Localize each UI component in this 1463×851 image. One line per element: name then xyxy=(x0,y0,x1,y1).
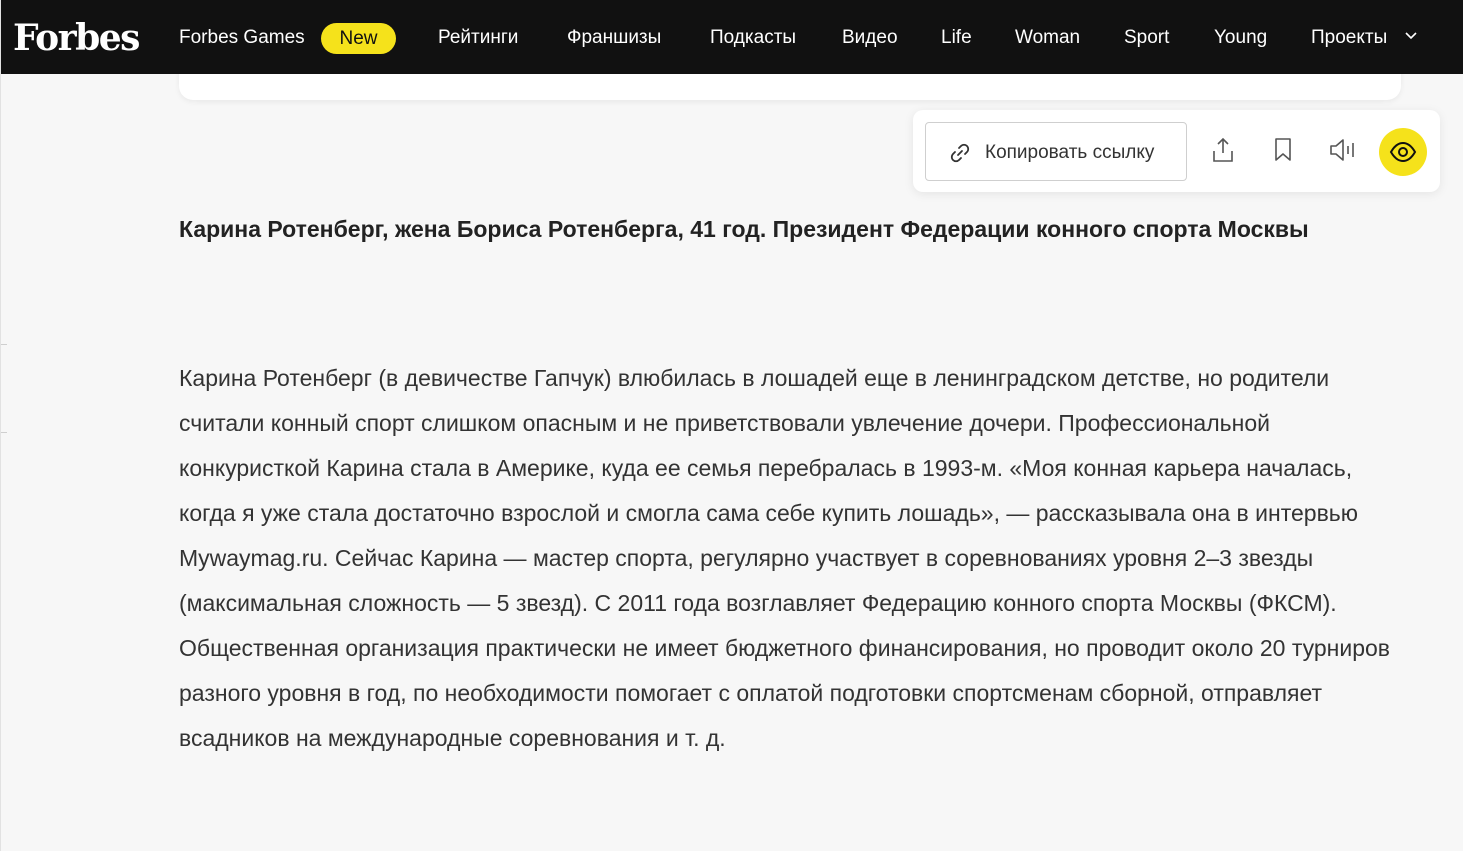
link-icon xyxy=(950,143,970,163)
nav-item-franchises[interactable]: Франшизы xyxy=(567,26,661,50)
nav-item-life[interactable]: Life xyxy=(941,26,972,50)
new-badge[interactable]: New xyxy=(321,23,396,54)
eye-icon xyxy=(1389,141,1417,163)
left-edge-mark xyxy=(1,344,7,345)
article-paragraph: Карина Ротенберг (в девичестве Гапчук) в… xyxy=(179,365,1391,751)
nav-item-ratings[interactable]: Рейтинги xyxy=(438,26,518,50)
copy-link-button[interactable]: Копировать ссылку xyxy=(925,122,1187,181)
nav-item-forbes-games[interactable]: Forbes Games xyxy=(179,26,305,50)
nav-item-sport[interactable]: Sport xyxy=(1124,26,1169,50)
nav-item-podcasts[interactable]: Подкасты xyxy=(710,26,796,50)
copy-link-label: Копировать ссылку xyxy=(985,142,1155,163)
nav-item-woman[interactable]: Woman xyxy=(1015,26,1080,50)
page: Forbes Forbes Games New Рейтинги Франшиз… xyxy=(0,0,1463,851)
chevron-down-icon[interactable] xyxy=(1404,31,1418,41)
nav-item-video[interactable]: Видео xyxy=(842,26,898,50)
left-edge-mark xyxy=(1,432,7,433)
bookmark-icon[interactable] xyxy=(1273,137,1293,163)
nav-item-young[interactable]: Young xyxy=(1214,26,1267,50)
article-subheading: Карина Ротенберг, жена Бориса Ротенберга… xyxy=(179,216,1309,242)
forbes-logo[interactable]: Forbes xyxy=(13,16,140,60)
share-toolbar: Копировать ссылку xyxy=(913,110,1440,192)
audio-icon[interactable] xyxy=(1329,137,1357,163)
nav-item-projects[interactable]: Проекты xyxy=(1311,26,1387,50)
top-navigation-bar: Forbes Forbes Games New Рейтинги Франшиз… xyxy=(1,0,1463,74)
share-icon[interactable] xyxy=(1211,137,1235,163)
accessibility-view-button[interactable] xyxy=(1379,128,1427,176)
